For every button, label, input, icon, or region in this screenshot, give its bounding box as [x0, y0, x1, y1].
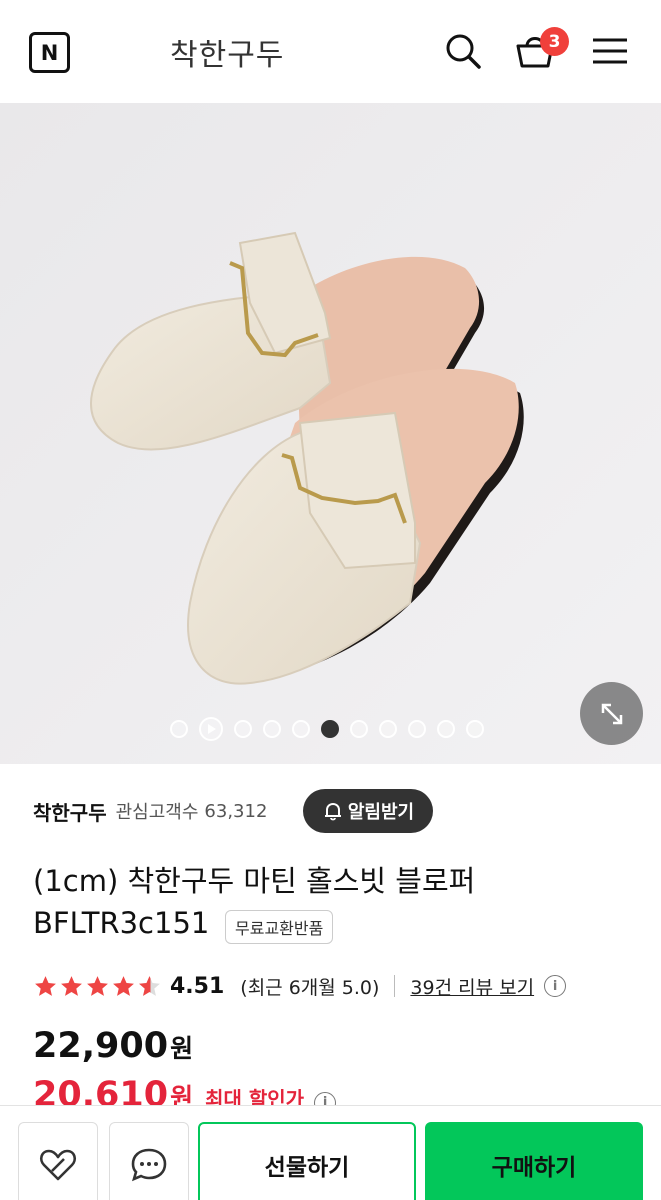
gallery-dot[interactable]	[350, 720, 368, 738]
top-header: N 착한구두 3	[0, 0, 661, 103]
search-icon	[446, 34, 481, 69]
heart-icon	[39, 1149, 77, 1181]
star-icon	[113, 975, 134, 996]
chat-bubble-icon	[131, 1148, 167, 1182]
buy-button[interactable]: 구매하기	[425, 1122, 643, 1200]
cart-count-badge: 3	[540, 27, 569, 56]
original-price: 22,900	[33, 1026, 169, 1066]
review-link[interactable]: 39건 리뷰 보기	[410, 973, 534, 1000]
naver-logo-icon[interactable]: N	[29, 32, 70, 73]
product-code: BFLTR3c151	[33, 906, 210, 940]
info-icon[interactable]: i	[544, 975, 567, 997]
recent-rating: (최근 6개월 5.0)	[240, 976, 380, 999]
hamburger-menu-icon	[593, 38, 627, 64]
gallery-dot[interactable]	[292, 720, 310, 738]
play-icon	[208, 724, 216, 734]
follower-label: 관심고객수	[115, 802, 199, 823]
bell-plus-icon	[324, 802, 341, 821]
shoe-photo	[0, 103, 661, 764]
gallery-dot[interactable]	[170, 720, 188, 738]
gallery-dot[interactable]	[466, 720, 484, 738]
gallery-indicator	[170, 717, 484, 741]
gift-button[interactable]: 선물하기	[198, 1122, 416, 1200]
brand-row: 착한구두 관심고객수 63,312	[33, 787, 267, 835]
expand-image-button[interactable]	[580, 682, 643, 745]
gallery-dot-active[interactable]	[321, 720, 339, 738]
expand-arrows-icon	[601, 703, 622, 724]
gallery-dot-video[interactable]	[199, 717, 223, 741]
product-image[interactable]	[0, 103, 661, 764]
price-row: 22,900 원	[33, 1026, 193, 1066]
alert-subscribe-button[interactable]: 알림받기	[303, 789, 433, 833]
talk-talk-button[interactable]	[109, 1122, 189, 1200]
star-icon	[87, 975, 108, 996]
menu-button[interactable]	[587, 28, 633, 74]
star-icon	[35, 975, 56, 996]
star-rating	[33, 974, 162, 999]
divider	[394, 975, 396, 997]
price-unit: 원	[170, 1034, 194, 1063]
store-title[interactable]: 착한구두	[170, 30, 284, 74]
follower-count: 63,312	[204, 800, 268, 822]
search-button[interactable]	[440, 28, 486, 74]
rating-row: 4.51 (최근 6개월 5.0) 39건 리뷰 보기 i	[33, 968, 567, 1004]
star-icon	[61, 975, 82, 996]
half-star-icon	[139, 975, 160, 996]
gallery-dot[interactable]	[379, 720, 397, 738]
gallery-dot[interactable]	[234, 720, 252, 738]
gallery-dot[interactable]	[263, 720, 281, 738]
bottom-action-bar: 선물하기 구매하기	[0, 1105, 661, 1200]
product-title: (1cm) 착한구두 마틴 홀스빗 블로퍼	[33, 864, 476, 898]
gallery-dot[interactable]	[437, 720, 455, 738]
alert-button-label: 알림받기	[347, 802, 415, 823]
wishlist-button[interactable]	[18, 1122, 98, 1200]
gallery-dot[interactable]	[408, 720, 426, 738]
rating-value: 4.51	[170, 973, 225, 999]
free-return-badge: 무료교환반품	[225, 910, 334, 944]
brand-name[interactable]: 착한구두	[33, 797, 107, 826]
